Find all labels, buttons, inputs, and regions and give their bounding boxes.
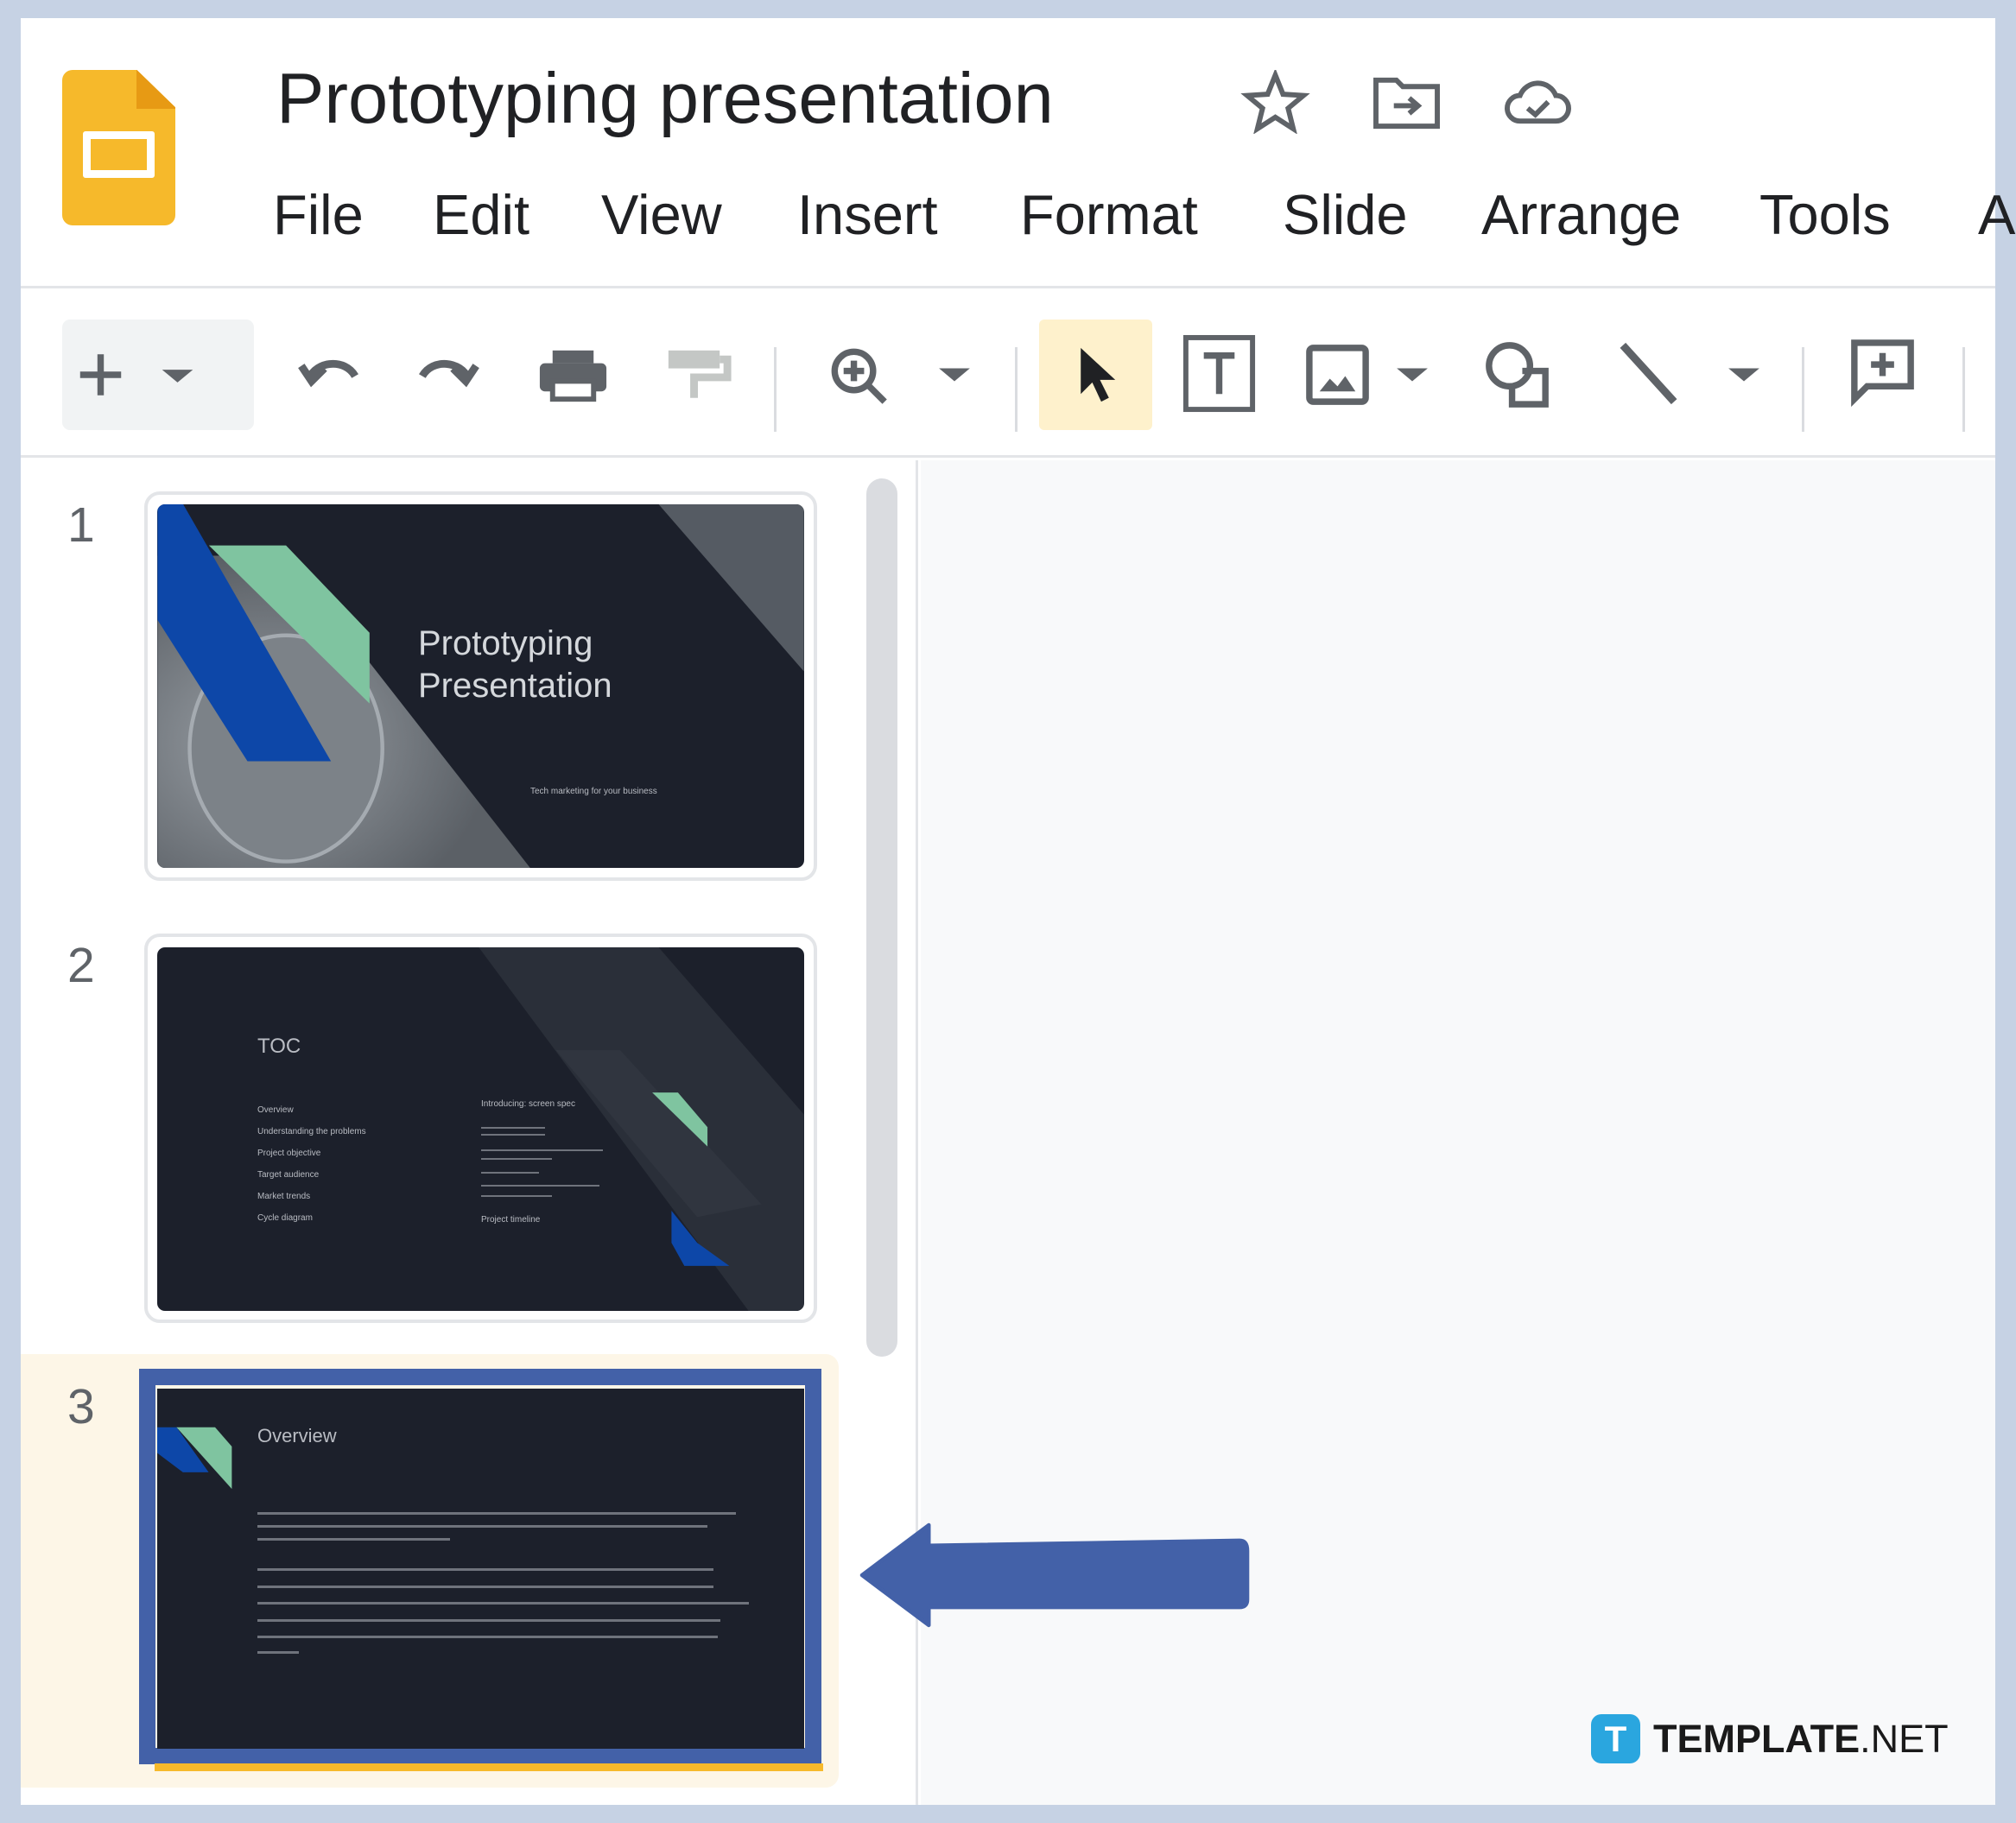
google-slides-window: Prototyping presentation File Edit View …	[21, 18, 2015, 1805]
select-tool-button[interactable]	[1039, 320, 1152, 430]
line-dropdown-icon[interactable]	[1718, 320, 1770, 430]
text-placeholder	[257, 1636, 718, 1638]
filmstrip-scrollbar[interactable]	[866, 478, 897, 1357]
toolbar-divider	[1015, 347, 1018, 432]
watermark-text: TEMPLATE.NET	[1653, 1717, 1949, 1762]
slide-number: 3	[67, 1379, 95, 1434]
menu-tools[interactable]: Tools	[1759, 182, 1891, 247]
slide-filmstrip: 1 Prototyping Presentation Tech marketing…	[21, 460, 918, 1805]
toc-item: Project timeline	[481, 1215, 541, 1225]
slide-1-title: Prototyping Presentation	[418, 623, 612, 707]
menu-view[interactable]: View	[601, 182, 722, 247]
paint-format-icon[interactable]	[658, 320, 735, 430]
toc-item: Cycle diagram	[257, 1213, 313, 1223]
template-logo-icon: T	[1591, 1714, 1640, 1763]
slide-number: 1	[67, 497, 95, 553]
plus-icon	[79, 354, 122, 396]
text-placeholder	[481, 1134, 545, 1136]
document-title[interactable]: Prototyping presentation	[276, 57, 1054, 140]
toc-item: Understanding the problems	[257, 1127, 366, 1136]
text-placeholder	[257, 1651, 299, 1654]
shape-icon[interactable]	[1476, 320, 1558, 430]
image-dropdown-icon[interactable]	[1386, 320, 1438, 430]
cursor-arrow-icon	[1080, 347, 1115, 402]
text-placeholder	[481, 1195, 552, 1197]
toolbar-divider	[1962, 347, 1965, 432]
zoom-icon[interactable]	[821, 320, 897, 430]
text-placeholder	[257, 1512, 736, 1515]
menu-bar: File Edit View Insert Format Slide Arran…	[273, 182, 2015, 251]
slide-thumbnail-1[interactable]: Prototyping Presentation Tech marketing f…	[157, 504, 804, 868]
slide-1-subtitle: Tech marketing for your business	[530, 787, 657, 796]
text-placeholder	[481, 1149, 603, 1151]
slide-2-title: TOC	[257, 1035, 301, 1058]
cloud-saved-icon[interactable]	[1502, 70, 1574, 134]
watermark: T TEMPLATE.NET	[1591, 1714, 1949, 1763]
header: Prototyping presentation File Edit View …	[21, 18, 2015, 288]
text-placeholder	[257, 1568, 713, 1571]
text-placeholder	[481, 1172, 539, 1174]
toolbar-divider	[774, 347, 777, 432]
slides-logo-icon[interactable]	[62, 70, 175, 225]
text-box-icon[interactable]	[1178, 320, 1260, 430]
undo-icon[interactable]	[288, 320, 365, 430]
image-icon[interactable]	[1302, 320, 1373, 430]
menu-file[interactable]: File	[273, 182, 364, 247]
slide-thumbnail-3[interactable]: Overview	[157, 1389, 804, 1749]
menu-arrange[interactable]: Arrange	[1481, 182, 1681, 247]
slide-1-title-line: Presentation	[418, 667, 612, 705]
new-slide-button[interactable]	[62, 320, 254, 430]
add-comment-icon[interactable]	[1844, 320, 1921, 430]
slide-thumbnail-2[interactable]: TOC Overview Understanding the problems …	[157, 947, 804, 1311]
toc-item: Market trends	[257, 1192, 311, 1201]
menu-more-cut[interactable]: A	[1978, 182, 2015, 247]
text-placeholder	[257, 1525, 707, 1528]
print-icon[interactable]	[535, 320, 612, 430]
toc-item: Target audience	[257, 1170, 320, 1180]
menu-slide[interactable]: Slide	[1283, 182, 1408, 247]
toolbar	[21, 291, 1995, 458]
zoom-dropdown-icon[interactable]	[929, 320, 980, 430]
text-placeholder	[481, 1158, 552, 1160]
watermark-suffix: .NET	[1860, 1716, 1949, 1761]
chevron-down-icon[interactable]	[139, 349, 216, 401]
move-folder-icon[interactable]	[1371, 70, 1442, 134]
menu-edit[interactable]: Edit	[433, 182, 529, 247]
toolbar-divider	[1802, 347, 1804, 432]
pointer-arrow-annotation	[859, 1522, 1250, 1628]
text-placeholder	[481, 1127, 545, 1129]
slide-3-title: Overview	[257, 1425, 337, 1446]
toc-item: Introducing: screen spec	[481, 1099, 575, 1109]
text-placeholder	[481, 1185, 599, 1187]
text-placeholder	[257, 1538, 450, 1541]
star-icon[interactable]	[1239, 70, 1311, 134]
text-placeholder	[257, 1586, 713, 1588]
selected-slide-underline	[155, 1763, 823, 1771]
text-placeholder	[257, 1602, 749, 1605]
watermark-brand: TEMPLATE	[1653, 1716, 1861, 1761]
toc-item: Overview	[257, 1105, 294, 1115]
menu-insert[interactable]: Insert	[797, 182, 938, 247]
redo-icon[interactable]	[412, 320, 489, 430]
slide-2-artwork	[479, 947, 804, 1311]
slide-3-body-text	[257, 1512, 776, 1659]
line-icon[interactable]	[1610, 320, 1687, 430]
slide-2-left-list: Overview Understanding the problems Proj…	[257, 1099, 366, 1229]
menu-format[interactable]: Format	[1020, 182, 1198, 247]
toc-item: Project objective	[257, 1149, 321, 1158]
text-placeholder	[257, 1619, 720, 1622]
slide-1-title-line: Prototyping	[418, 624, 593, 662]
slide-number: 2	[67, 938, 95, 993]
